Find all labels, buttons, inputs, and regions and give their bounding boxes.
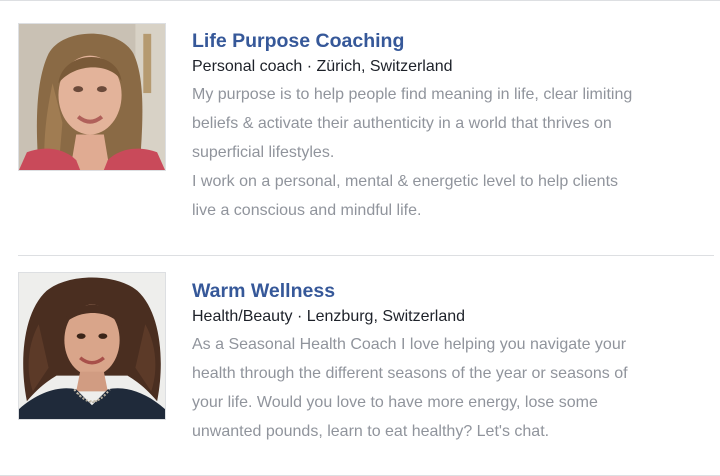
description-line: As a Seasonal Health Coach I love helpin…: [192, 336, 627, 353]
page-description: My purpose is to help people find meanin…: [192, 80, 714, 225]
page-listing: Life Purpose Coaching Personal coach · Z…: [0, 0, 720, 476]
description-line: your life. Would you love to have more e…: [192, 394, 598, 411]
listing-text: Life Purpose Coaching Personal coach · Z…: [192, 28, 714, 225]
profile-photo-image: [19, 273, 165, 419]
page-name-link[interactable]: Warm Wellness: [192, 278, 714, 304]
description-line: beliefs & activate their authenticity in…: [192, 115, 612, 132]
description-line: My purpose is to help people find meanin…: [192, 86, 633, 103]
page-result-item: Warm Wellness Health/Beauty · Lenzburg, …: [0, 256, 720, 475]
page-description: As a Seasonal Health Coach I love helpin…: [192, 330, 714, 446]
profile-photo[interactable]: [18, 272, 166, 420]
page-category-location: Health/Beauty · Lenzburg, Switzerland: [192, 308, 466, 325]
description-line: unwanted pounds, learn to eat healthy? L…: [192, 423, 550, 440]
description-line: I work on a personal, mental & energetic…: [192, 173, 619, 190]
page-name-link[interactable]: Life Purpose Coaching: [192, 28, 714, 54]
description-line: health through the different seasons of …: [192, 365, 628, 382]
description-line: superficial lifestyles.: [192, 144, 335, 161]
profile-photo-image: [19, 24, 165, 170]
listing-text: Warm Wellness Health/Beauty · Lenzburg, …: [192, 278, 714, 446]
page-result-item: Life Purpose Coaching Personal coach · Z…: [0, 1, 720, 255]
page-category-location: Personal coach · Zürich, Switzerland: [192, 58, 453, 75]
profile-photo[interactable]: [18, 23, 166, 171]
description-line: live a conscious and mindful life.: [192, 202, 422, 219]
